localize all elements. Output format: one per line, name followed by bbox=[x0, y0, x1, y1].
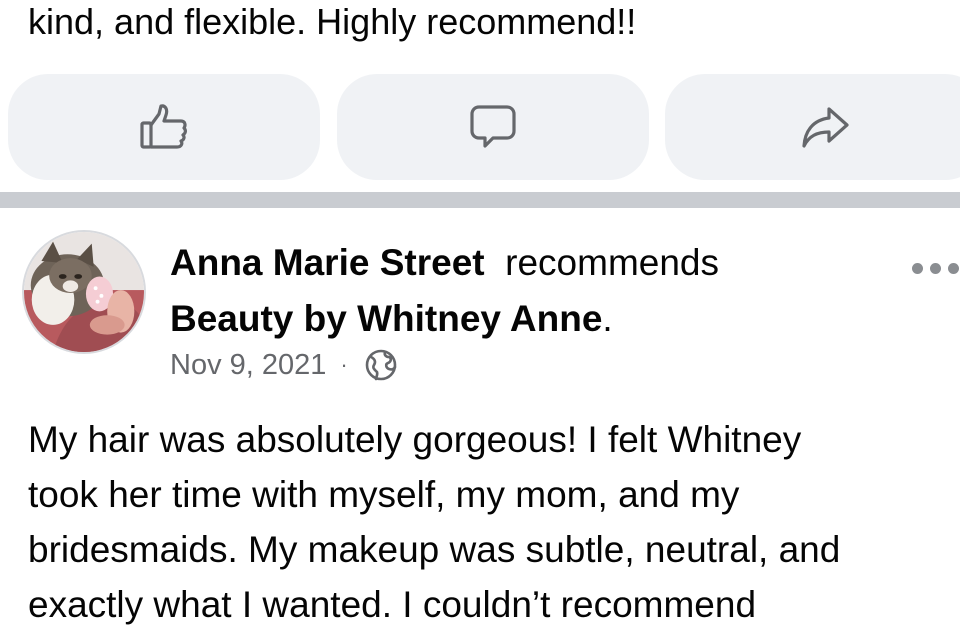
post-body-line: My hair was absolutely gorgeous! I felt … bbox=[28, 419, 802, 460]
more-dot bbox=[948, 262, 959, 274]
post-header-page-line: Beauty by Whitney Anne. bbox=[170, 294, 613, 344]
more-options-icon[interactable] bbox=[912, 252, 960, 284]
post-body: My hair was absolutely gorgeous! I felt … bbox=[28, 412, 960, 632]
post-meta: Nov 9, 2021 · bbox=[170, 342, 398, 388]
more-dot bbox=[930, 262, 941, 274]
post-body-line: took her time with myself, my mom, and m… bbox=[28, 474, 740, 515]
share-button[interactable] bbox=[665, 74, 960, 180]
share-arrow-icon bbox=[802, 107, 849, 148]
comment-bubble-icon bbox=[470, 105, 516, 148]
recommends-label: recommends bbox=[505, 242, 720, 283]
meta-separator: · bbox=[340, 352, 348, 377]
globe-icon bbox=[365, 349, 397, 381]
post-body-line: exactly what I wanted. I couldn’t recomm… bbox=[28, 584, 757, 625]
thumbs-up-icon bbox=[140, 104, 187, 149]
more-dot bbox=[912, 262, 923, 274]
author-name[interactable]: Anna Marie Street bbox=[170, 242, 485, 283]
comment-button[interactable] bbox=[337, 74, 649, 180]
author-avatar[interactable] bbox=[22, 230, 146, 354]
feed-page: kind, and flexible. Highly recommend!! A… bbox=[0, 0, 960, 640]
post-date[interactable]: Nov 9, 2021 bbox=[170, 349, 326, 382]
like-button[interactable] bbox=[8, 74, 320, 180]
avatar-cat-photo bbox=[24, 232, 144, 352]
previous-post-action-bar bbox=[8, 74, 960, 180]
post-body-line: bridesmaids. My makeup was subtle, neutr… bbox=[28, 529, 841, 570]
post-header-line: Anna Marie Street recommends bbox=[170, 238, 719, 288]
post-divider bbox=[0, 192, 960, 208]
page-name-link[interactable]: Beauty by Whitney Anne bbox=[170, 298, 602, 339]
previous-post-text: kind, and flexible. Highly recommend!! bbox=[28, 1, 637, 42]
page-name-suffix: . bbox=[602, 298, 613, 339]
